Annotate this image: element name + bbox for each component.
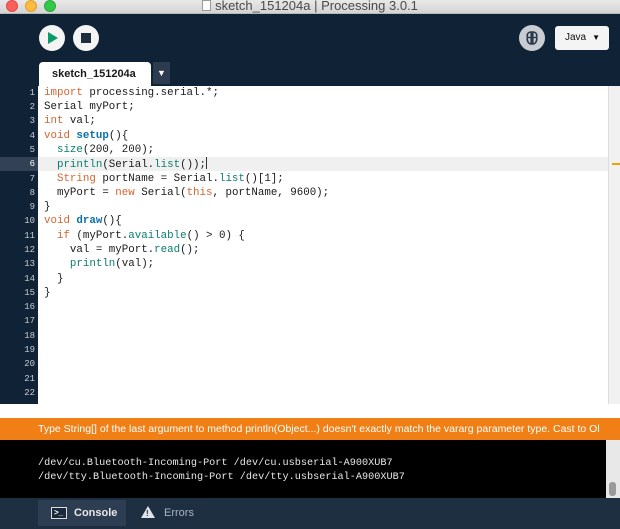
footer-tabs: >_ Console ! Errors — [0, 498, 620, 529]
line-number: 21 — [24, 374, 35, 384]
play-icon — [48, 32, 58, 44]
code-line[interactable]: myPort = new Serial(this, portName, 9600… — [44, 186, 329, 200]
text-cursor — [206, 157, 208, 169]
code-line[interactable]: void setup(){ — [44, 129, 128, 143]
line-number: 19 — [24, 345, 35, 355]
line-number: 3 — [29, 116, 35, 126]
toolbar: Java ▼ — [0, 14, 620, 62]
error-marker[interactable] — [612, 163, 620, 165]
console-line: /dev/tty.Bluetooth-Incoming-Port /dev/tt… — [38, 472, 405, 483]
code-line[interactable]: size(200, 200); — [44, 143, 154, 157]
line-number: 13 — [24, 259, 35, 269]
code-line[interactable]: if (myPort.available() > 0) { — [44, 229, 245, 243]
tab-console[interactable]: >_ Console — [38, 500, 126, 526]
line-number: 10 — [24, 216, 35, 226]
line-number: 15 — [24, 288, 35, 298]
window-title-wrap: sketch_151204a | Processing 3.0.1 — [0, 0, 620, 13]
line-number: 9 — [29, 202, 35, 212]
line-number: 22 — [24, 388, 35, 398]
editor-status-strip — [0, 404, 620, 418]
debugger-button[interactable] — [519, 25, 545, 51]
code-line[interactable]: println(val); — [44, 257, 154, 271]
tab-sketch[interactable]: sketch_151204a — [39, 62, 151, 86]
mode-selector[interactable]: Java ▼ — [555, 26, 609, 50]
errors-tab-label: Errors — [164, 507, 194, 519]
line-number: 1 — [29, 88, 35, 98]
console-scroll-thumb[interactable] — [609, 482, 616, 496]
stop-button[interactable] — [73, 25, 99, 51]
line-number: 11 — [24, 231, 35, 241]
window-title: sketch_151204a | Processing 3.0.1 — [215, 0, 418, 13]
console-output[interactable]: /dev/cu.Bluetooth-Incoming-Port /dev/cu.… — [0, 440, 620, 498]
line-number: 8 — [29, 188, 35, 198]
code-line[interactable]: println(Serial.list()); — [44, 157, 208, 171]
line-number: 14 — [24, 274, 35, 284]
editor-scrollbar[interactable] — [608, 86, 620, 404]
line-number: 17 — [24, 316, 35, 326]
tab-errors[interactable]: ! Errors — [130, 500, 210, 526]
console-tab-label: Console — [74, 507, 118, 519]
warning-exclamation: ! — [146, 509, 149, 518]
mode-label: Java — [565, 32, 587, 43]
line-number: 20 — [24, 359, 35, 369]
console-icon: >_ — [51, 507, 67, 519]
line-number: 2 — [29, 102, 35, 112]
line-number: 5 — [29, 145, 35, 155]
code-line[interactable]: } — [44, 286, 50, 300]
code-line[interactable]: String portName = Serial.list()[1]; — [44, 172, 284, 186]
sketch-tabs: sketch_151204a ▼ — [0, 62, 620, 86]
console-scrollbar[interactable] — [606, 440, 620, 498]
tab-label: sketch_151204a — [52, 68, 136, 80]
line-number: 7 — [29, 174, 35, 184]
code-line[interactable]: int val; — [44, 114, 96, 128]
code-line[interactable]: Serial myPort; — [44, 100, 135, 114]
console-line: /dev/cu.Bluetooth-Incoming-Port /dev/cu.… — [38, 458, 393, 469]
code-line[interactable]: } — [44, 272, 64, 286]
code-line[interactable]: import processing.serial.*; — [44, 86, 219, 100]
tab-menu-button[interactable]: ▼ — [153, 62, 170, 84]
window-titlebar: sketch_151204a | Processing 3.0.1 — [0, 0, 620, 14]
chevron-down-icon: ▼ — [592, 33, 600, 42]
butterfly-debug-icon — [526, 31, 538, 45]
stop-icon — [81, 33, 91, 43]
code-line[interactable]: val = myPort.read(); — [44, 243, 200, 257]
code-line[interactable]: } — [44, 200, 50, 214]
error-message-bar: Type String[] of the last argument to me… — [0, 418, 620, 440]
line-number: 16 — [24, 302, 35, 312]
document-icon — [202, 0, 212, 11]
run-button[interactable] — [39, 25, 65, 51]
code-line[interactable]: void draw(){ — [44, 214, 122, 228]
line-number: 6 — [29, 159, 35, 169]
line-number: 12 — [24, 245, 35, 255]
line-number: 4 — [29, 131, 35, 141]
line-number: 18 — [24, 331, 35, 341]
